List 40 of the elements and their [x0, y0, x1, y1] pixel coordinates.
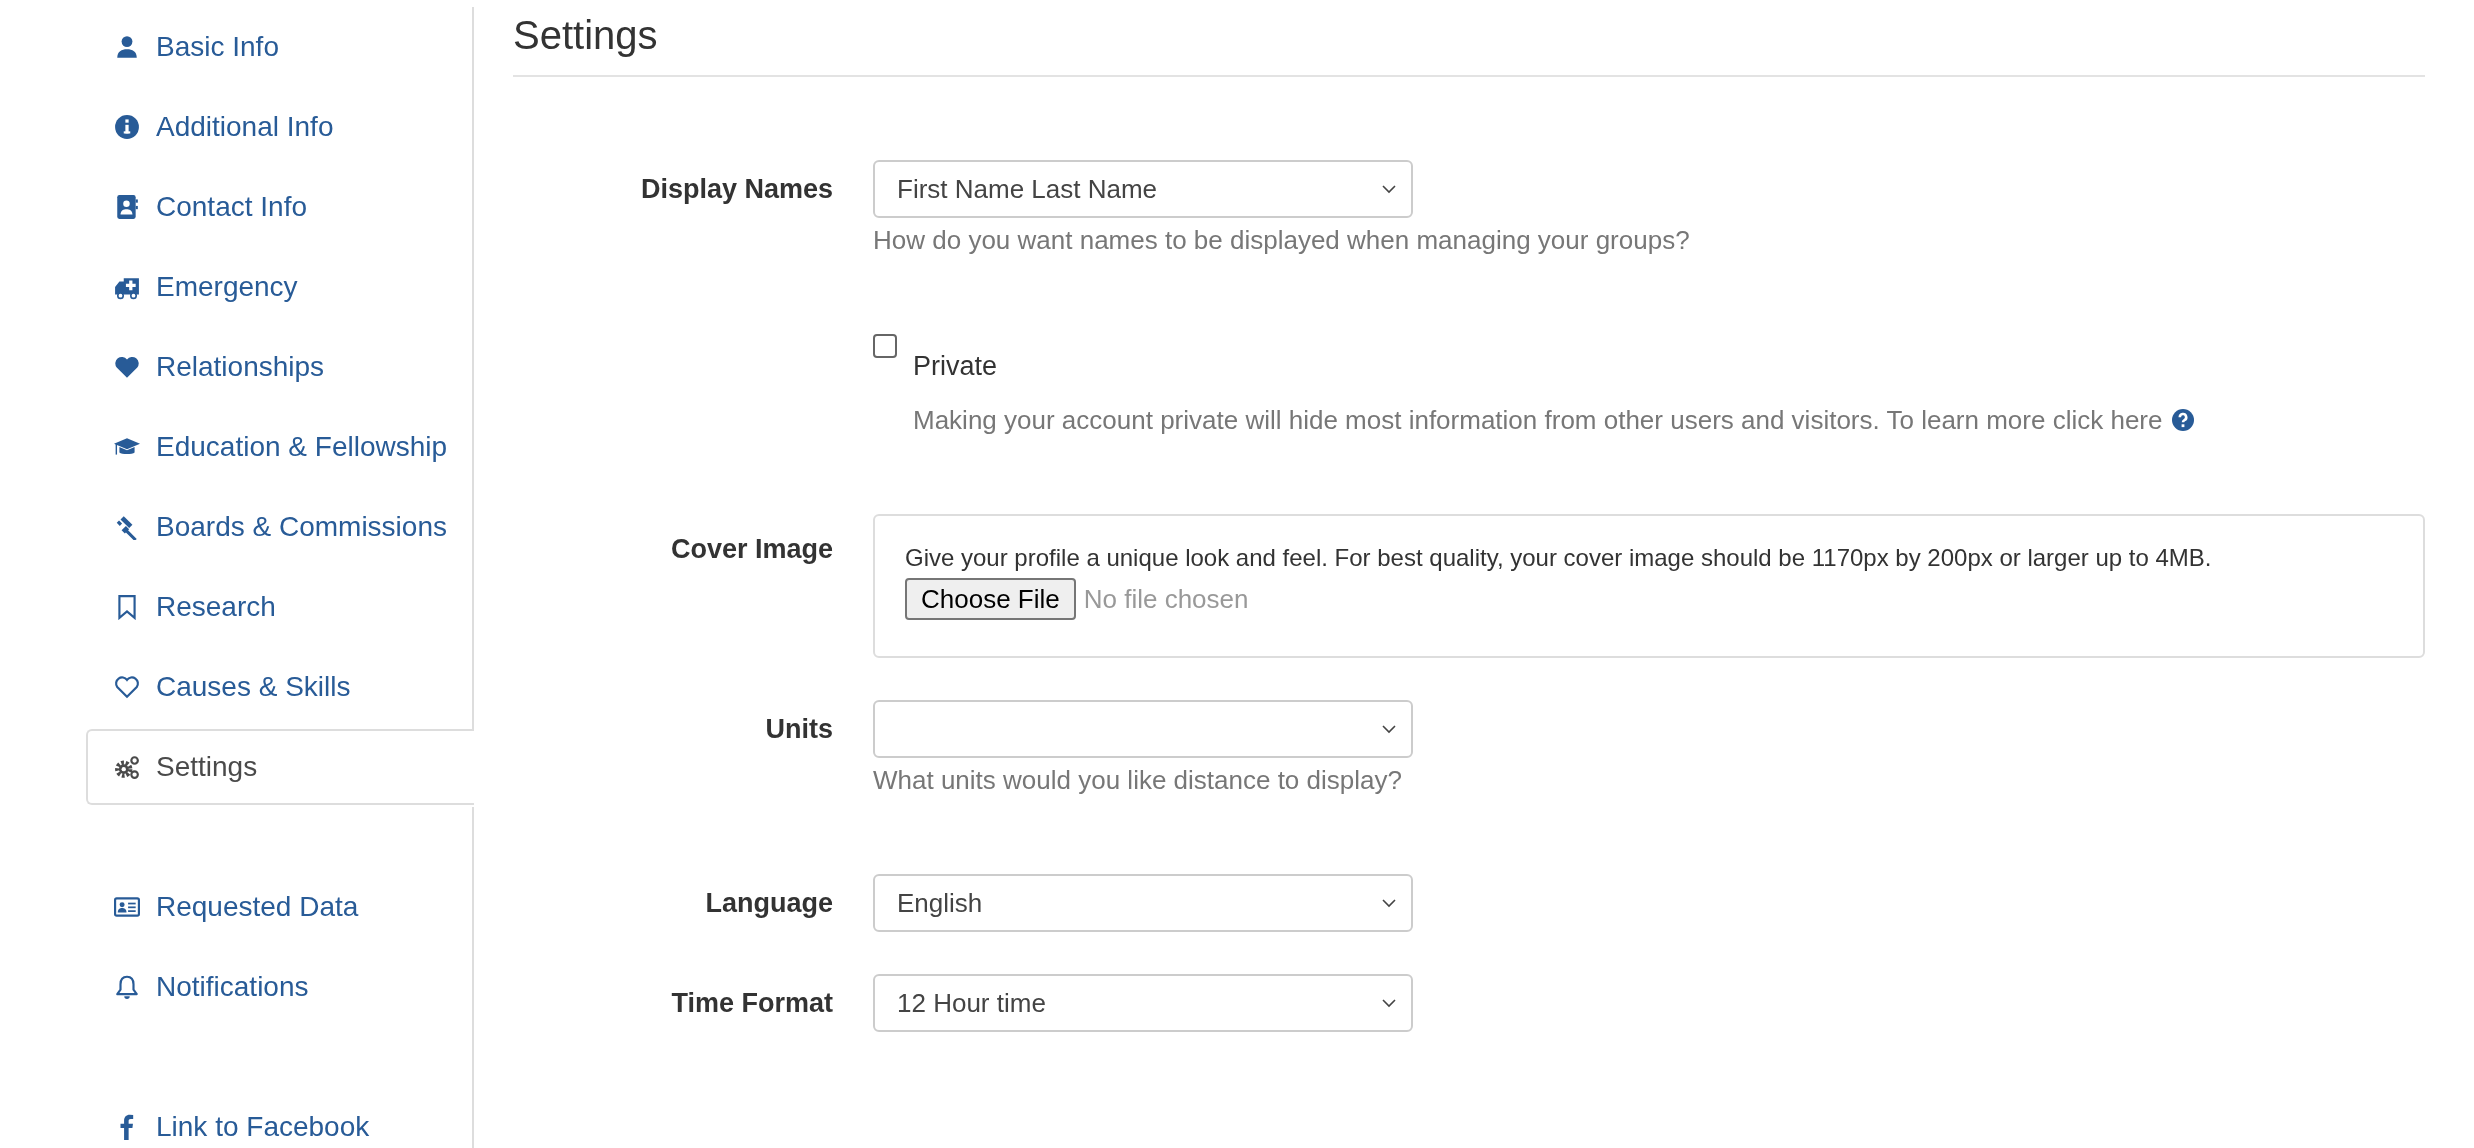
sidebar-item[interactable]: Boards & Commissions — [86, 487, 472, 567]
sidebar-item[interactable]: Research — [86, 567, 472, 647]
help-text: How do you want names to be displayed when managing your groups? — [873, 224, 1691, 257]
sidebar-item[interactable]: Link to Facebook — [86, 1087, 472, 1148]
sidebar-item[interactable]: Education & Fellowship — [86, 407, 472, 487]
field-label: Time Format — [670, 987, 833, 1020]
page-title: Settings — [513, 8, 2425, 77]
sidebar-item[interactable]: Causes & Skills — [86, 647, 472, 727]
select-field[interactable]: 12 Hour time — [873, 974, 1413, 1032]
person-icon — [114, 34, 140, 60]
sidebar-item[interactable]: Emergency — [86, 247, 472, 327]
sidebar-item[interactable]: Basic Info — [86, 7, 472, 87]
choose-file-button[interactable]: Choose File — [905, 578, 1076, 620]
field-label: Units — [764, 713, 833, 746]
help-text: Making your account private will hide most information from other users and visitors. To learn more click here — [913, 404, 2163, 437]
bell-icon — [114, 974, 140, 1000]
select-field[interactable]: English — [873, 874, 1413, 932]
field-label: Cover Image — [669, 533, 833, 566]
sidebar-item[interactable]: Contact Info — [86, 167, 472, 247]
heart-icon — [114, 354, 140, 380]
checkbox[interactable] — [873, 334, 897, 358]
id-card-icon — [114, 894, 140, 920]
sidebar-item[interactable]: Settings — [86, 729, 474, 805]
gears-icon — [114, 754, 140, 780]
sidebar-item[interactable]: Requested Data — [86, 867, 472, 947]
sidebar-item[interactable]: Additional Info — [86, 87, 472, 167]
select-field[interactable] — [873, 700, 1413, 758]
info-icon — [114, 114, 140, 140]
field-label: Language — [704, 887, 833, 920]
help-text: What units would you like distance to display? — [873, 764, 1403, 797]
description-text: Give your profile a unique look and feel. For best quality, your cover image should be 1170px by 200px or larger up to 4MB. — [905, 543, 2213, 573]
sidebar-item[interactable]: Notifications — [86, 947, 472, 1027]
help-icon[interactable] — [2170, 408, 2195, 432]
field-label: Display Names — [639, 173, 833, 206]
file-status: No file chosen — [1083, 583, 1249, 615]
select-field[interactable]: First Name Last Name — [873, 160, 1413, 218]
sidebar-item[interactable]: Relationships — [86, 327, 472, 407]
checkbox-label: Private — [913, 350, 999, 383]
heart-icon — [114, 674, 140, 700]
contact-book-icon — [114, 194, 140, 220]
